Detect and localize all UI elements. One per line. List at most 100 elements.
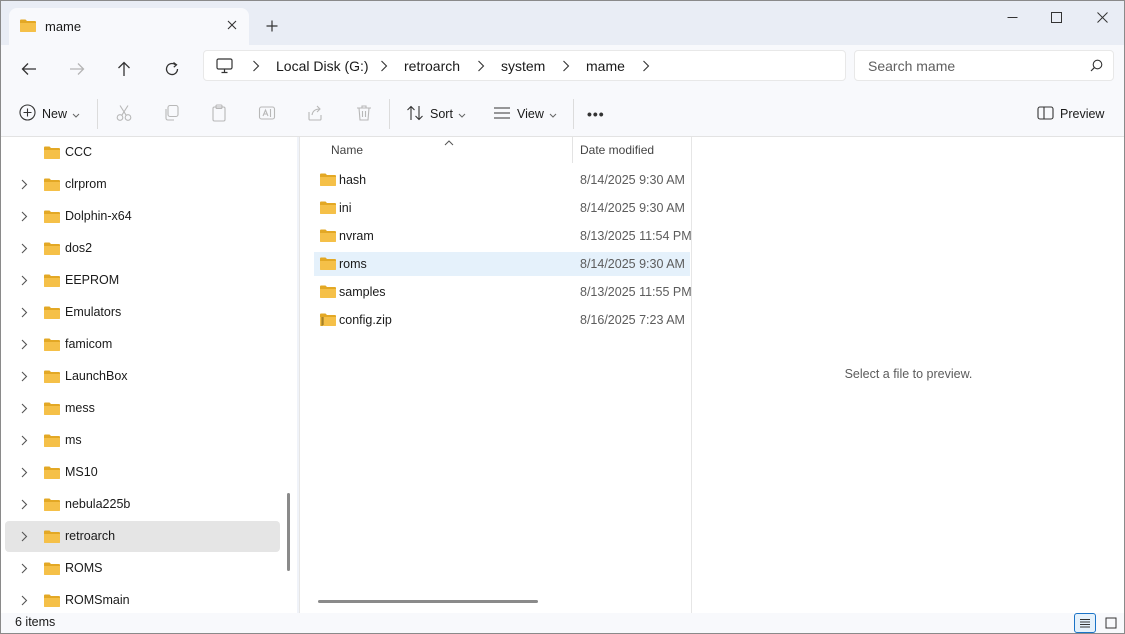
details-view-icon[interactable] — [1074, 613, 1096, 633]
chevron-right-icon[interactable] — [21, 243, 28, 257]
preview-button[interactable]: Preview — [1037, 99, 1104, 129]
nav-item[interactable]: famicom — [5, 329, 280, 360]
file-date-modified: 8/14/2025 9:30 AM — [580, 257, 685, 271]
column-header-name[interactable]: Name — [331, 143, 363, 170]
chevron-right-icon[interactable] — [21, 371, 28, 385]
nav-item-label: Dolphin-x64 — [65, 209, 132, 223]
chevron-right-icon[interactable] — [642, 60, 650, 75]
address-bar[interactable]: Local Disk (G:) retroarch system mame — [203, 50, 846, 81]
close-tab-icon[interactable] — [221, 14, 243, 36]
command-bar: New Sort View ••• Preview — [1, 91, 1124, 137]
refresh-icon[interactable] — [154, 51, 190, 87]
view-button[interactable]: View — [493, 99, 557, 129]
chevron-right-icon[interactable] — [21, 339, 28, 353]
file-name: ini — [339, 201, 352, 215]
search-box — [854, 50, 1114, 81]
toolbar-divider — [97, 99, 98, 129]
tab-mame[interactable]: mame — [9, 8, 249, 45]
nav-item[interactable]: Dolphin-x64 — [5, 201, 280, 232]
nav-item-label: ROMS — [65, 561, 103, 575]
search-input[interactable] — [868, 57, 1078, 75]
preview-message: Select a file to preview. — [844, 367, 973, 381]
folder-icon — [43, 273, 61, 291]
file-row[interactable]: samples 8/13/2025 11:55 PM — [314, 280, 691, 304]
chevron-right-icon[interactable] — [21, 563, 28, 577]
close-window-icon[interactable] — [1079, 1, 1124, 33]
more-options-icon: ••• — [587, 106, 605, 122]
nav-item[interactable]: CCC — [5, 137, 280, 168]
folder-icon — [43, 433, 61, 451]
file-row[interactable]: nvram 8/13/2025 11:54 PM — [314, 224, 691, 248]
nav-item[interactable]: dos2 — [5, 233, 280, 264]
copy-button[interactable] — [163, 99, 181, 129]
nav-item[interactable]: ROMS — [5, 553, 280, 584]
maximize-icon[interactable] — [1033, 1, 1079, 33]
tiles-view-icon[interactable] — [1100, 613, 1122, 633]
nav-item[interactable]: MS10 — [5, 457, 280, 488]
file-row[interactable]: hash 8/14/2025 9:30 AM — [314, 168, 690, 192]
chevron-right-icon[interactable] — [21, 499, 28, 513]
file-list-pane: Name Date modified hash 8/14/2025 9:30 AM… — [299, 137, 691, 613]
breadcrumb-system[interactable]: system — [501, 58, 545, 74]
nav-item[interactable]: ms — [5, 425, 280, 456]
breadcrumb-retroarch[interactable]: retroarch — [404, 58, 460, 74]
rename-button[interactable] — [258, 99, 276, 129]
cut-button[interactable] — [115, 99, 133, 129]
trash-icon — [355, 104, 373, 125]
nav-item[interactable]: LaunchBox — [5, 361, 280, 392]
nav-item[interactable]: clrprom — [5, 169, 280, 200]
chevron-right-icon[interactable] — [21, 467, 28, 481]
forward-arrow-icon[interactable] — [59, 51, 95, 87]
nav-item[interactable]: retroarch — [5, 521, 280, 552]
sort-button[interactable]: Sort — [406, 99, 466, 129]
nav-item-label: LaunchBox — [65, 369, 128, 383]
rename-icon — [258, 104, 276, 125]
chevron-right-icon — [562, 60, 570, 75]
new-tab-icon[interactable] — [259, 13, 285, 39]
chevron-right-icon[interactable] — [21, 531, 28, 545]
back-arrow-icon[interactable] — [11, 51, 47, 87]
chevron-right-icon[interactable] — [21, 275, 28, 289]
share-icon — [306, 104, 324, 125]
chevron-right-icon[interactable] — [21, 435, 28, 449]
sort-label: Sort — [430, 107, 453, 121]
nav-item-label: mess — [65, 401, 95, 415]
nav-item[interactable]: ROMSmain — [5, 585, 280, 613]
chevron-right-icon[interactable] — [21, 211, 28, 225]
breadcrumb-local-disk[interactable]: Local Disk (G:) — [276, 58, 369, 74]
chevron-right-icon[interactable] — [21, 179, 28, 193]
minimize-icon[interactable] — [989, 1, 1035, 33]
column-header-date-modified[interactable]: Date modified — [580, 143, 654, 170]
folder-icon — [319, 284, 337, 302]
item-count: 6 items — [15, 615, 56, 629]
more-options-button[interactable]: ••• — [587, 99, 605, 129]
file-row[interactable]: ini 8/14/2025 9:30 AM — [314, 196, 690, 220]
chevron-right-icon[interactable] — [21, 403, 28, 417]
file-row[interactable]: config.zip 8/16/2025 7:23 AM — [314, 308, 690, 332]
delete-button[interactable] — [355, 99, 373, 129]
folder-icon — [19, 18, 37, 36]
column-divider[interactable] — [572, 137, 573, 163]
new-label: New — [42, 107, 68, 121]
chevron-right-icon[interactable] — [21, 595, 28, 609]
view-label: View — [517, 107, 544, 121]
computer-icon — [216, 58, 233, 77]
file-row[interactable]: roms 8/14/2025 9:30 AM — [314, 252, 690, 276]
nav-item-label: Emulators — [65, 305, 122, 319]
paste-button[interactable] — [210, 99, 228, 129]
horizontal-scrollbar[interactable] — [318, 600, 538, 603]
new-button[interactable]: New — [19, 99, 80, 129]
nav-scrollbar[interactable] — [287, 493, 290, 571]
file-explorer-window: mame Local Disk (G:) retroarch system ma… — [0, 0, 1125, 634]
nav-item[interactable]: Emulators — [5, 297, 280, 328]
search-icon[interactable] — [1090, 59, 1103, 75]
file-date-modified: 8/16/2025 7:23 AM — [580, 313, 685, 327]
nav-item[interactable]: EEPROM — [5, 265, 280, 296]
share-button[interactable] — [306, 99, 324, 129]
nav-item[interactable]: nebula225b — [5, 489, 280, 520]
nav-item[interactable]: mess — [5, 393, 280, 424]
breadcrumb-mame[interactable]: mame — [586, 58, 625, 74]
folder-icon — [43, 369, 61, 387]
up-arrow-icon[interactable] — [106, 51, 142, 87]
chevron-right-icon[interactable] — [21, 307, 28, 321]
